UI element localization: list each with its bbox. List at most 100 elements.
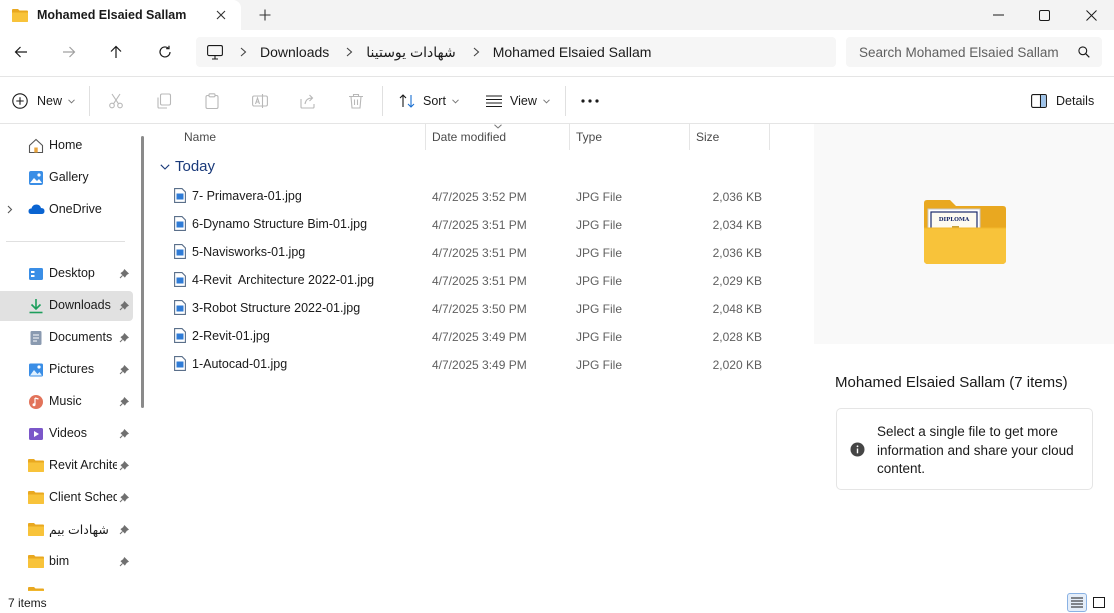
- downloads-icon: [28, 298, 44, 314]
- status-bar: 7 items: [0, 591, 1114, 613]
- chevron-right-icon[interactable]: [240, 47, 247, 57]
- table-row[interactable]: 6-Dynamo Structure Bim-01.jpg 4/7/2025 3…: [166, 210, 779, 238]
- view-button[interactable]: View: [485, 77, 550, 125]
- pin-icon[interactable]: [119, 525, 129, 535]
- rename-button[interactable]: [252, 77, 268, 125]
- sidebar-item-videos[interactable]: Videos: [0, 419, 133, 449]
- close-window-button[interactable]: [1068, 0, 1114, 30]
- pin-icon[interactable]: [119, 397, 129, 407]
- pin-icon[interactable]: [119, 429, 129, 439]
- delete-button[interactable]: [348, 77, 364, 125]
- sort-label: Sort: [423, 94, 446, 108]
- sidebar-item-music[interactable]: Music: [0, 387, 133, 417]
- jpg-file-icon: [174, 300, 186, 315]
- sidebar-item-desktop[interactable]: Desktop: [0, 259, 133, 289]
- tab-current[interactable]: Mohamed Elsaied Sallam: [0, 0, 241, 30]
- sort-button[interactable]: Sort: [399, 77, 459, 125]
- chevron-right-icon[interactable]: [473, 47, 480, 57]
- maximize-button[interactable]: [1021, 0, 1067, 30]
- pin-icon[interactable]: [119, 493, 129, 503]
- sidebar-item-label: Desktop: [49, 266, 95, 280]
- table-row[interactable]: 1-Autocad-01.jpg 4/7/2025 3:49 PM JPG Fi…: [166, 350, 779, 378]
- cut-button[interactable]: [108, 77, 124, 125]
- pin-icon[interactable]: [119, 365, 129, 375]
- plus-circle-icon: [12, 93, 28, 109]
- tiles-view-button[interactable]: [1089, 593, 1109, 612]
- column-header-size[interactable]: Size: [696, 124, 719, 150]
- search-input[interactable]: Search Mohamed Elsaied Sallam: [846, 37, 1102, 67]
- column-divider[interactable]: [569, 124, 570, 150]
- more-icon: [581, 99, 599, 103]
- column-header-type[interactable]: Type: [576, 124, 602, 150]
- sidebar-item-gallery[interactable]: Gallery: [0, 163, 133, 193]
- sidebar-scrollbar[interactable]: [141, 136, 144, 408]
- group-header-today[interactable]: Today: [160, 158, 215, 175]
- breadcrumb-current-folder[interactable]: Mohamed Elsaied Sallam: [493, 44, 652, 60]
- up-button[interactable]: [100, 37, 132, 67]
- chevron-right-icon[interactable]: [346, 47, 353, 57]
- folder-icon: [28, 522, 44, 536]
- table-row[interactable]: 7- Primavera-01.jpg 4/7/2025 3:52 PM JPG…: [166, 182, 779, 210]
- file-type: JPG File: [576, 246, 623, 260]
- pin-icon[interactable]: [119, 333, 129, 343]
- sidebar-item-label: Music: [49, 394, 82, 408]
- address-bar[interactable]: Downloads شهادات يوستينا Mohamed Elsaied…: [196, 37, 836, 67]
- paste-button[interactable]: [204, 77, 220, 125]
- pin-icon[interactable]: [119, 461, 129, 471]
- music-icon: [28, 394, 44, 410]
- table-row[interactable]: 3-Robot Structure 2022-01.jpg 4/7/2025 3…: [166, 294, 779, 322]
- file-name: 6-Dynamo Structure Bim-01.jpg: [192, 217, 368, 231]
- sidebar-item-client-schedule[interactable]: Client Schedule: [0, 483, 133, 513]
- details-pane-button[interactable]: Details: [1031, 77, 1094, 125]
- pin-icon[interactable]: [119, 557, 129, 567]
- column-header-name[interactable]: Name: [184, 124, 216, 150]
- chevron-down-icon: [452, 98, 459, 104]
- this-pc-icon[interactable]: [207, 44, 223, 60]
- column-divider[interactable]: [689, 124, 690, 150]
- details-pane-icon: [1031, 94, 1047, 108]
- table-row[interactable]: 5-Navisworks-01.jpg 4/7/2025 3:51 PM JPG…: [166, 238, 779, 266]
- sidebar-item-downloads[interactable]: Downloads: [0, 291, 133, 321]
- pin-icon[interactable]: [119, 301, 129, 311]
- file-size: 2,036 KB: [712, 246, 762, 260]
- sidebar-item-home[interactable]: Home: [0, 131, 133, 161]
- sidebar-item-onedrive[interactable]: OneDrive: [0, 195, 133, 225]
- new-tab-button[interactable]: [253, 3, 277, 27]
- sidebar-item-label: Documents: [49, 330, 113, 344]
- search-icon[interactable]: [1078, 46, 1090, 58]
- share-button[interactable]: [300, 77, 316, 125]
- more-options-button[interactable]: [581, 77, 599, 125]
- forward-button[interactable]: [53, 37, 85, 67]
- breadcrumb-downloads[interactable]: Downloads: [260, 44, 329, 60]
- minimize-button[interactable]: [975, 0, 1021, 30]
- clipboard-icon: [204, 93, 220, 109]
- rename-icon: [252, 93, 268, 109]
- folder-icon: [28, 458, 44, 472]
- sidebar-item-bim-certificates[interactable]: شهادات بيم: [0, 515, 133, 545]
- column-divider[interactable]: [425, 124, 426, 150]
- close-tab-icon[interactable]: [209, 3, 233, 27]
- file-type: JPG File: [576, 330, 623, 344]
- sidebar-item-bim[interactable]: bim: [0, 547, 133, 577]
- copy-button[interactable]: [156, 77, 172, 125]
- file-date: 4/7/2025 3:49 PM: [432, 330, 527, 344]
- sidebar-item-pictures[interactable]: Pictures: [0, 355, 133, 385]
- sidebar-item-partial[interactable]: [0, 579, 133, 591]
- chevron-right-icon[interactable]: [7, 205, 13, 214]
- pictures-icon: [28, 362, 44, 378]
- column-divider[interactable]: [769, 124, 770, 150]
- chevron-down-icon[interactable]: [160, 163, 170, 170]
- table-row[interactable]: 4-Revit Architecture 2022-01.jpg 4/7/202…: [166, 266, 779, 294]
- table-row[interactable]: 2-Revit-01.jpg 4/7/2025 3:49 PM JPG File…: [166, 322, 779, 350]
- new-button[interactable]: New: [12, 77, 75, 125]
- pin-icon[interactable]: [119, 269, 129, 279]
- breadcrumb-parent-folder[interactable]: شهادات يوستينا: [366, 44, 455, 61]
- sidebar-item-label: Videos: [49, 426, 87, 440]
- chevron-down-icon: [68, 98, 75, 104]
- file-size: 2,020 KB: [712, 358, 762, 372]
- back-button[interactable]: [5, 37, 37, 67]
- sidebar-item-revit-architecture[interactable]: Revit Architecture: [0, 451, 133, 481]
- details-view-button[interactable]: [1067, 593, 1087, 612]
- sidebar-item-documents[interactable]: Documents: [0, 323, 133, 353]
- refresh-button[interactable]: [149, 37, 181, 67]
